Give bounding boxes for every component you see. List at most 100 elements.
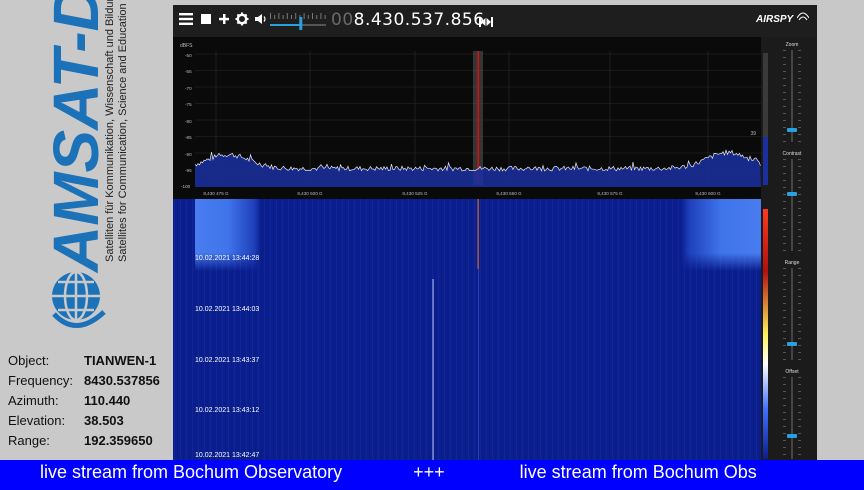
slider-tick (798, 50, 801, 51)
slider-tick (798, 377, 801, 378)
object-info: Object: TIANWEN-1 Frequency: 8430.537856… (8, 350, 173, 450)
tuning-marker[interactable] (477, 51, 479, 185)
volume-tick (282, 15, 284, 19)
slider-tick (783, 398, 786, 399)
volume-thumb[interactable] (299, 17, 303, 30)
slider-tick (783, 405, 786, 406)
waterfall-sideband-right (681, 199, 761, 271)
y-tick: -85 (185, 135, 192, 140)
logo-brand: AMSAT-DL (40, 0, 112, 274)
slider-tick (783, 71, 786, 72)
x-tick: 8,430 575 G (597, 191, 623, 196)
volume-tick (274, 15, 276, 19)
waterfall-drift-trace (432, 279, 434, 460)
slider-tick (783, 310, 786, 311)
slider-tick (798, 113, 801, 114)
info-label: Elevation: (8, 412, 66, 428)
info-row-azimuth: Azimuth: 110.440 (8, 390, 173, 410)
slider-tick (783, 166, 786, 167)
slider-tick (798, 236, 801, 237)
x-tick: 8,430 475 G (203, 191, 229, 196)
zoom-thumb[interactable] (787, 128, 797, 132)
info-row-frequency: Frequency: 8430.537856 (8, 370, 173, 390)
stop-icon[interactable] (200, 12, 212, 30)
volume-slider[interactable] (270, 13, 326, 31)
info-row-object: Object: TIANWEN-1 (8, 350, 173, 370)
info-value: TIANWEN-1 (84, 352, 157, 368)
slider-tick (798, 338, 801, 339)
waterfall-plot: 10.02.2021 13:44:28 10.02.2021 13:44:03 … (173, 199, 761, 460)
slider-tick (783, 268, 786, 269)
info-value: 38.503 (84, 412, 124, 428)
slider-tick (798, 447, 801, 448)
slider-tick (798, 412, 801, 413)
contrast-thumb[interactable] (787, 192, 797, 196)
swap-icon[interactable] (479, 14, 493, 32)
slider-tick (783, 99, 786, 100)
info-label: Frequency: (8, 372, 74, 388)
volume-ticks (270, 13, 326, 19)
slider-tick (783, 391, 786, 392)
slider-tick (783, 194, 786, 195)
info-value: 192.359650 (84, 432, 153, 448)
zoom-slider[interactable] (787, 50, 797, 142)
info-value: 110.440 (84, 392, 131, 408)
slider-tick (783, 215, 786, 216)
slider-tick (798, 317, 801, 318)
range-slider[interactable] (787, 268, 797, 360)
x-tick: 8,430 600 G (695, 191, 721, 196)
ticker-message: live stream from Bochum Observatory (40, 462, 343, 482)
y-tick: -75 (185, 102, 192, 107)
volume-tick (303, 13, 305, 19)
slider-tick (798, 310, 801, 311)
logo-tagline-en: Satellites for Communication, Science an… (117, 3, 129, 262)
waterfall-display[interactable]: 10.02.2021 13:44:28 10.02.2021 13:44:03 … (173, 199, 761, 460)
range-thumb[interactable] (787, 342, 797, 346)
slider-tick (798, 303, 801, 304)
slider-tick (798, 384, 801, 385)
gear-icon[interactable] (235, 12, 249, 30)
slider-tick (783, 454, 786, 455)
info-row-range: Range: 192.359650 (8, 430, 173, 450)
slider-tick (798, 331, 801, 332)
zoom-label: Zoom (786, 42, 799, 48)
frequency-display[interactable]: 008.430.537.856 (331, 10, 485, 30)
hamburger-icon[interactable] (179, 12, 193, 30)
slider-tick (798, 71, 801, 72)
y-tick: -55 (185, 69, 192, 74)
toolbar: 008.430.537.856 AIRSPY (173, 5, 817, 37)
offset-thumb[interactable] (787, 434, 797, 438)
globe-icon (52, 270, 106, 328)
waterfall-timestamp: 10.02.2021 13:42:47 (195, 452, 259, 459)
slider-tick (798, 440, 801, 441)
slider-tick (798, 352, 801, 353)
slider-tick (798, 359, 801, 360)
frequency-prefix: 00 (331, 10, 354, 30)
volume-tick (270, 13, 271, 19)
y-tick: -50 (185, 53, 192, 58)
slider-tick (798, 173, 801, 174)
slider-tick (783, 303, 786, 304)
slider-tick (798, 454, 801, 455)
offset-slider[interactable] (787, 377, 797, 459)
slider-tick (798, 180, 801, 181)
contrast-slider[interactable] (787, 159, 797, 251)
slider-tick (798, 106, 801, 107)
slider-tick (798, 419, 801, 420)
slider-tick (783, 324, 786, 325)
slider-tick (783, 282, 786, 283)
slider-tick (783, 85, 786, 86)
slider-tick (798, 215, 801, 216)
spectrum-display[interactable]: dBFS -50 -55 -70 -75 -80 -85 -90 -95 -10… (173, 37, 761, 199)
colormap-bar (763, 209, 768, 459)
slider-tick (783, 50, 786, 51)
plus-icon[interactable] (218, 12, 230, 30)
speaker-icon[interactable] (254, 12, 268, 30)
waterfall-carrier-faint (478, 269, 479, 460)
y-tick: -80 (185, 119, 192, 124)
slider-tick (798, 433, 801, 434)
spectrum-x-axis: 8,430 475 G 8,430 500 G 8,430 525 G 8,43… (203, 191, 721, 196)
volume-tick (307, 15, 309, 19)
signal-waves-icon (797, 12, 809, 21)
slider-tick (783, 159, 786, 160)
